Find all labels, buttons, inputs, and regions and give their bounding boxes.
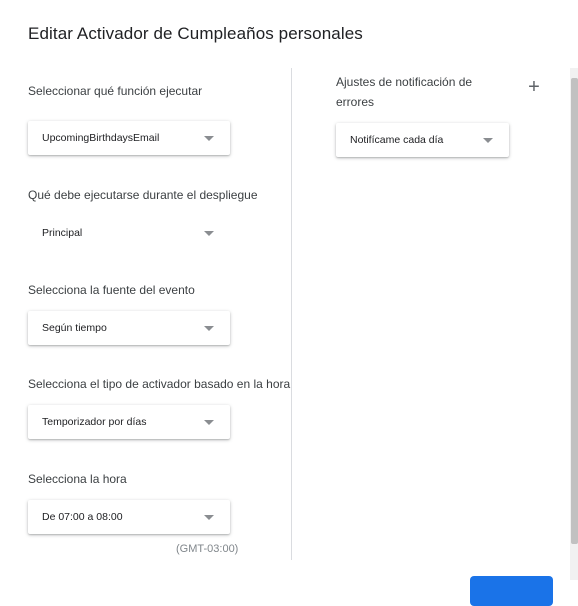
- chevron-down-icon: [483, 138, 493, 143]
- column-divider: [291, 68, 292, 560]
- event-source-select[interactable]: Según tiempo: [28, 311, 230, 345]
- dialog-title: Editar Activador de Cumpleaños personale…: [28, 24, 363, 43]
- trigger-type-label: Selecciona el tipo de activador basado e…: [28, 377, 291, 391]
- chevron-down-icon: [204, 136, 214, 141]
- trigger-type-select[interactable]: Temporizador por días: [28, 405, 230, 439]
- time-select-value: De 07:00 a 08:00: [42, 511, 123, 523]
- deployment-select[interactable]: Principal: [28, 216, 230, 250]
- time-select[interactable]: De 07:00 a 08:00: [28, 500, 230, 534]
- timezone-label: (GMT-03:00): [176, 543, 239, 555]
- chevron-down-icon: [204, 515, 214, 520]
- event-source-select-value: Según tiempo: [42, 322, 107, 334]
- notification-settings-label: Ajustes de notificación de errores: [336, 75, 473, 109]
- function-label: Seleccionar qué función ejecutar: [28, 84, 203, 98]
- notification-frequency-value: Notifícame cada día: [350, 134, 444, 146]
- function-select[interactable]: UpcomingBirthdaysEmail: [28, 121, 230, 155]
- trigger-type-select-value: Temporizador por días: [42, 416, 147, 428]
- deployment-select-value: Principal: [42, 227, 83, 239]
- chevron-down-icon: [204, 420, 214, 425]
- chevron-down-icon: [204, 231, 214, 236]
- event-source-label: Selecciona la fuente del evento: [28, 283, 195, 297]
- time-label: Selecciona la hora: [28, 472, 127, 486]
- function-select-value: UpcomingBirthdaysEmail: [42, 132, 160, 144]
- plus-icon: +: [528, 76, 540, 98]
- deployment-label: Qué debe ejecutarse durante el despliegu…: [28, 188, 258, 202]
- scrollbar-thumb[interactable]: [571, 78, 578, 544]
- notification-frequency-select[interactable]: Notifícame cada día: [336, 123, 509, 157]
- save-button[interactable]: [470, 576, 553, 606]
- chevron-down-icon: [204, 326, 214, 331]
- add-notification-button[interactable]: +: [525, 76, 543, 98]
